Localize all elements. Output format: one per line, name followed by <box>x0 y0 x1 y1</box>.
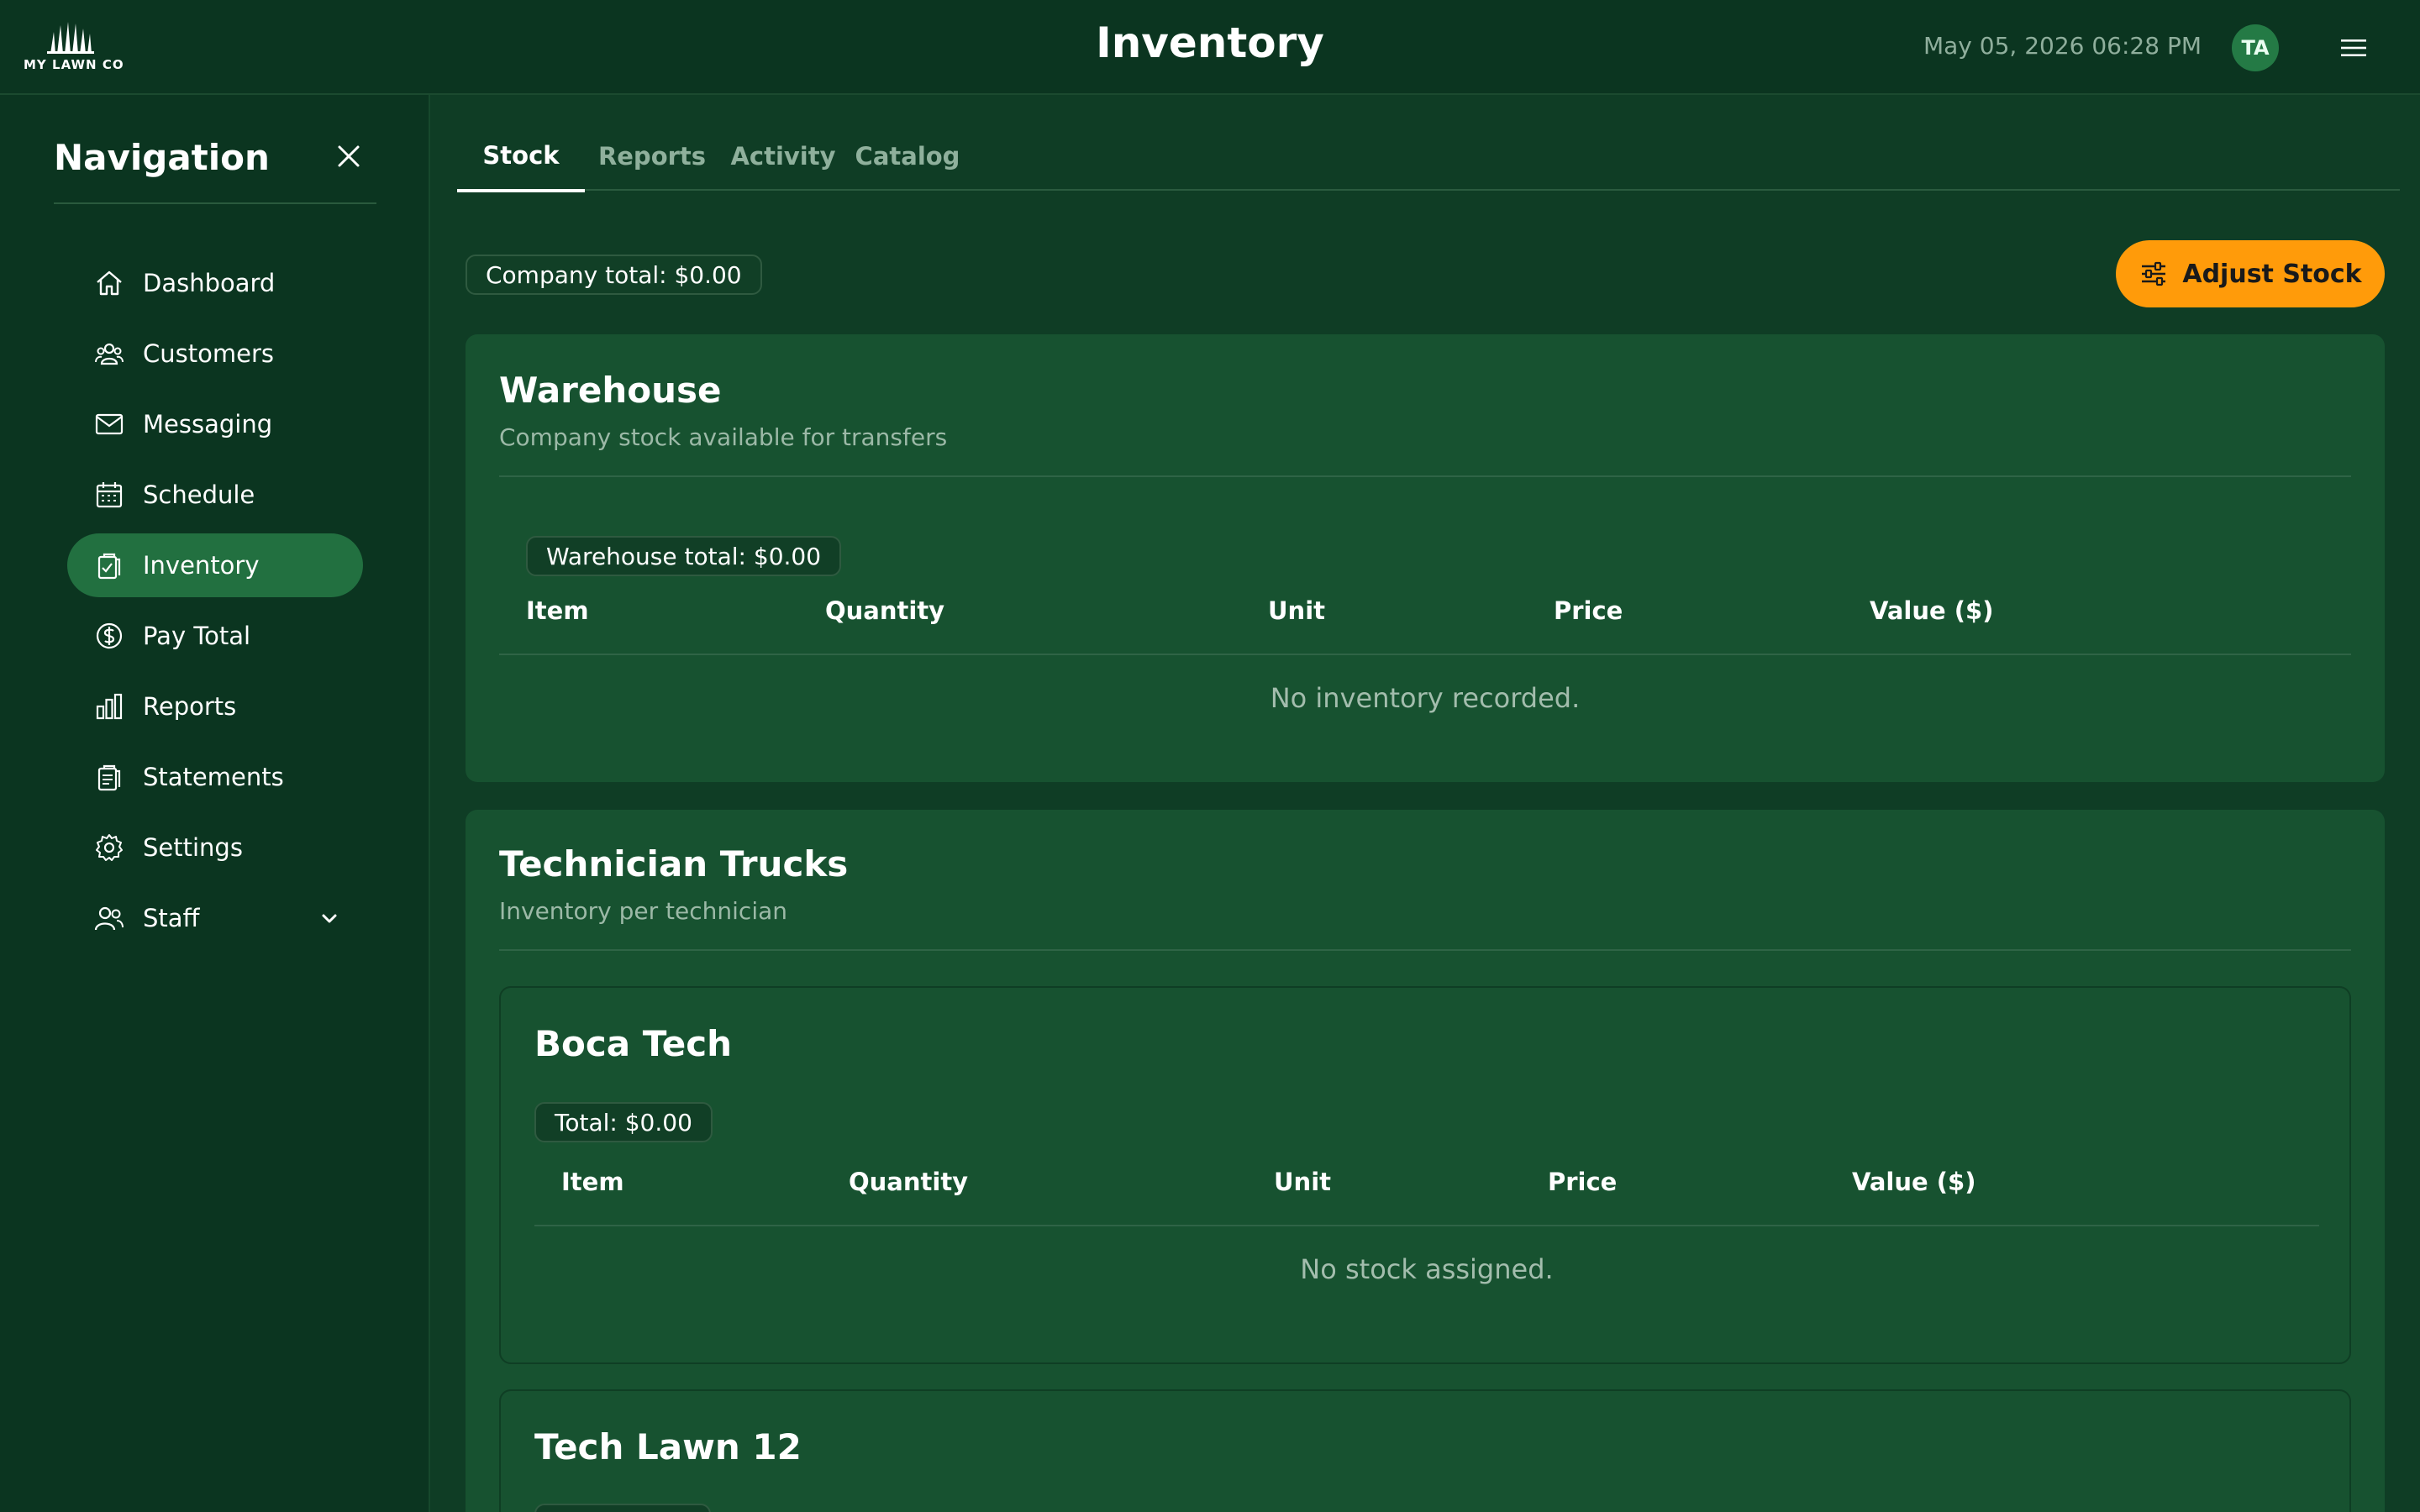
sidebar-item-inventory[interactable]: Inventory <box>67 533 363 597</box>
column-header-quantity: Quantity <box>849 1168 969 1196</box>
close-icon[interactable] <box>334 142 363 171</box>
column-header-value: Value ($) <box>1870 596 1994 625</box>
bar-chart-icon <box>96 693 123 720</box>
technician-trucks-subtitle: Inventory per technician <box>499 897 787 925</box>
sidebar-item-label: Staff <box>143 904 200 932</box>
grass-logo-icon <box>47 22 94 54</box>
current-datetime: May 05, 2026 06:28 PM <box>1923 32 2202 60</box>
technician-total-badge <box>534 1504 711 1512</box>
sidebar-item-label: Dashboard <box>143 269 276 297</box>
column-header-unit: Unit <box>1274 1168 1331 1196</box>
sidebar-item-staff[interactable]: Staff <box>67 886 363 950</box>
column-header-value: Value ($) <box>1852 1168 1976 1196</box>
sidebar-item-label: Settings <box>143 833 243 862</box>
technician-name: Tech Lawn 12 <box>534 1426 802 1467</box>
sidebar-item-messaging[interactable]: Messaging <box>67 392 363 456</box>
gear-icon <box>96 834 123 861</box>
column-header-price: Price <box>1548 1168 1618 1196</box>
sliders-icon <box>2142 261 2166 286</box>
staff-icon <box>94 906 124 931</box>
logo-text: MY LAWN CO <box>24 57 124 72</box>
column-header-unit: Unit <box>1268 596 1325 625</box>
technician-name: Boca Tech <box>534 1023 733 1064</box>
tab-activity[interactable]: Activity <box>719 122 847 191</box>
adjust-stock-label: Adjust Stock <box>2182 259 2362 289</box>
sidebar-item-label: Reports <box>143 692 237 721</box>
mail-icon <box>95 413 124 435</box>
tab-stock[interactable]: Stock <box>457 122 585 192</box>
trucks-divider <box>499 949 2351 951</box>
sidebar-nav: Dashboard Customers Messaging Schedule I… <box>67 251 363 957</box>
company-total-badge: Company total: $0.00 <box>466 255 762 295</box>
calendar-icon <box>96 482 123 508</box>
empty-inventory-message: No inventory recorded. <box>1270 682 1581 714</box>
adjust-stock-button[interactable]: Adjust Stock <box>2116 240 2385 307</box>
sidebar-item-label: Customers <box>143 339 274 368</box>
technician-card-tech-lawn-12: Tech Lawn 12 <box>499 1389 2351 1512</box>
hamburger-menu-icon[interactable] <box>2339 34 2368 62</box>
sidebar-item-customers[interactable]: Customers <box>67 322 363 386</box>
sidebar-item-reports[interactable]: Reports <box>67 675 363 738</box>
table-header-divider <box>499 654 2351 655</box>
dollar-icon <box>96 622 123 649</box>
sidebar-item-label: Pay Total <box>143 622 251 650</box>
warehouse-subtitle: Company stock available for transfers <box>499 423 948 451</box>
warehouse-total-badge: Warehouse total: $0.00 <box>526 536 842 576</box>
sidebar-item-label: Statements <box>143 763 284 791</box>
chevron-down-icon[interactable] <box>319 908 339 928</box>
main-content: Stock Reports Activity Catalog Company t… <box>430 95 2420 1512</box>
sidebar-title: Navigation <box>54 137 270 178</box>
sidebar-item-dashboard[interactable]: Dashboard <box>67 251 363 315</box>
clipboard-check-icon <box>97 553 121 580</box>
tab-bar: Stock Reports Activity Catalog <box>457 122 2400 192</box>
top-bar: MY LAWN CO Inventory May 05, 2026 06:28 … <box>0 0 2420 95</box>
customers-icon <box>95 343 124 365</box>
column-header-item: Item <box>526 596 589 625</box>
technician-total-badge: Total: $0.00 <box>534 1102 713 1142</box>
sidebar: Navigation Dashboard Customers Messaging… <box>0 95 430 1512</box>
sidebar-item-pay-total[interactable]: Pay Total <box>67 604 363 668</box>
tab-reports[interactable]: Reports <box>585 122 719 191</box>
sidebar-item-statements[interactable]: Statements <box>67 745 363 809</box>
sidebar-item-settings[interactable]: Settings <box>67 816 363 879</box>
column-header-quantity: Quantity <box>825 596 945 625</box>
tab-catalog[interactable]: Catalog <box>847 122 968 191</box>
sidebar-item-label: Inventory <box>143 551 260 580</box>
statements-icon <box>97 764 121 791</box>
column-header-item: Item <box>561 1168 624 1196</box>
sidebar-item-schedule[interactable]: Schedule <box>67 463 363 527</box>
column-header-price: Price <box>1554 596 1623 625</box>
technician-trucks-card: Technician Trucks Inventory per technici… <box>466 810 2385 1512</box>
sidebar-item-label: Schedule <box>143 480 255 509</box>
home-icon <box>97 270 122 296</box>
warehouse-card: Warehouse Company stock available for tr… <box>466 334 2385 782</box>
table-header-divider <box>534 1225 2319 1226</box>
company-logo[interactable]: MY LAWN CO <box>24 20 124 76</box>
sidebar-item-label: Messaging <box>143 410 273 438</box>
user-avatar[interactable]: TA <box>2232 24 2279 71</box>
empty-stock-message: No stock assigned. <box>1300 1253 1554 1285</box>
sidebar-divider <box>54 202 376 204</box>
warehouse-title: Warehouse <box>499 370 722 411</box>
technician-card-boca-tech: Boca Tech Total: $0.00 Item Quantity Uni… <box>499 986 2351 1364</box>
warehouse-divider <box>499 475 2351 477</box>
technician-trucks-title: Technician Trucks <box>499 843 849 885</box>
